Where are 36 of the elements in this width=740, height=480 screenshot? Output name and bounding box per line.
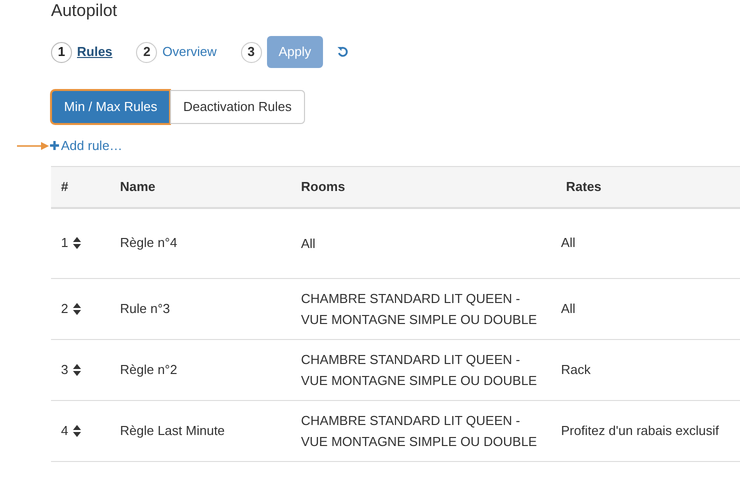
table-cell-text: Règle n°4 bbox=[119, 234, 178, 252]
table-cell-text: Profitez d'un rabais exclusif bbox=[560, 422, 720, 440]
sort-icon[interactable] bbox=[72, 424, 82, 438]
toggle-button[interactable]: Deactivation Rules bbox=[170, 90, 305, 124]
table-cell-text: Rack bbox=[560, 360, 592, 379]
table-cell-text: All bbox=[300, 234, 316, 252]
undo-icon[interactable] bbox=[337, 46, 350, 58]
column-header: Rooms bbox=[300, 178, 346, 196]
table-cell-text: CHAMBRE STANDARD LIT QUEEN - VUE MONTAGNE SIMPLE OU DOUBLE bbox=[300, 290, 538, 328]
step-number: 3 bbox=[240, 42, 262, 62]
column-header: # bbox=[60, 178, 70, 196]
table-cell-text: Règle n°2 bbox=[119, 360, 178, 379]
pointer-arrow-icon bbox=[17, 142, 49, 150]
table-cell-text: 2 bbox=[61, 300, 68, 318]
sort-icon[interactable] bbox=[72, 236, 82, 250]
step-number: 1 bbox=[51, 42, 72, 62]
sort-icon[interactable] bbox=[72, 302, 82, 316]
table-cell-text: CHAMBRE STANDARD LIT QUEEN - VUE MONTAGNE SIMPLE OU DOUBLE bbox=[300, 350, 538, 390]
step-link[interactable]: Rules bbox=[77, 42, 112, 62]
table-cell-text: Rule n°3 bbox=[119, 300, 172, 318]
sort-icon[interactable] bbox=[72, 362, 82, 376]
table-cell-text: CHAMBRE STANDARD LIT QUEEN - VUE MONTAGNE SIMPLE OU DOUBLE bbox=[300, 412, 538, 450]
table-cell-text: 1 bbox=[61, 234, 68, 252]
table-cell-text: 4 bbox=[61, 422, 68, 440]
table-cell-text: 3 bbox=[61, 360, 68, 379]
page-title: Autopilot bbox=[51, 1, 118, 21]
add-rule-link[interactable]: Add rule… bbox=[50, 136, 122, 156]
column-header: Rates bbox=[565, 178, 602, 196]
plus-icon bbox=[50, 141, 59, 150]
table-cell-text: Règle Last Minute bbox=[119, 422, 226, 440]
toggle-button[interactable]: Min / Max Rules bbox=[51, 90, 170, 124]
table-cell-text: All bbox=[560, 234, 576, 252]
step-number: 2 bbox=[136, 42, 158, 62]
column-header: Name bbox=[119, 178, 156, 196]
step-link[interactable]: Overview bbox=[162, 42, 217, 62]
table-cell-text: All bbox=[560, 300, 576, 318]
